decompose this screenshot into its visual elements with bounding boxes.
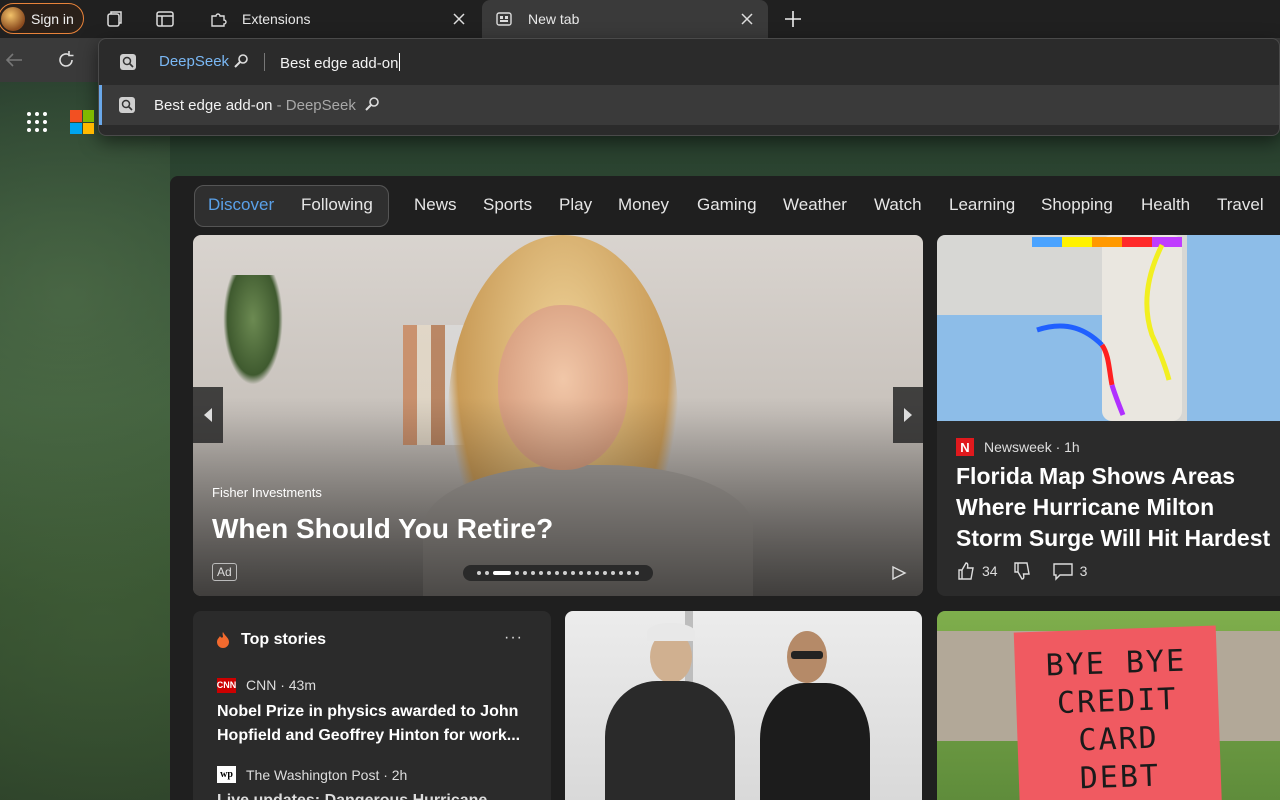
vertical-tabs-icon[interactable] [154, 8, 176, 30]
ad-badge: Ad [212, 563, 237, 581]
top-stories-header: Top stories [215, 631, 326, 649]
suggestion-item[interactable]: Best edge add-on - DeepSeek [99, 85, 1279, 125]
text-caret [399, 53, 401, 71]
top-stories-title: Top stories [241, 631, 327, 648]
sign-image: BYE BYE CREDIT CARD DEBT [1013, 625, 1223, 800]
query-text: Best edge add-on [280, 55, 399, 72]
more-options-button[interactable]: ··· [504, 629, 523, 647]
newtab-icon [494, 9, 514, 29]
news-feed: Discover Following News Sports Play Mone… [170, 176, 1280, 800]
tab-health[interactable]: Health [1141, 195, 1190, 215]
reactions-bar: 34 3 [956, 561, 1101, 581]
comment-icon [1052, 563, 1073, 581]
story-source-text: The Washington Post · 2h [246, 766, 408, 783]
story-headline[interactable]: Live updates: Dangerous Hurricane [217, 789, 537, 800]
suggestion-engine: DeepSeek [285, 97, 356, 114]
tab-weather[interactable]: Weather [783, 195, 847, 215]
tab-news[interactable]: News [414, 195, 457, 215]
cnn-logo-icon: CNN [217, 677, 236, 693]
sunglasses [791, 651, 823, 659]
tab-sports[interactable]: Sports [483, 195, 532, 215]
tab-shopping[interactable]: Shopping [1041, 195, 1113, 215]
sign-in-label: Sign in [31, 10, 74, 27]
tab-travel[interactable]: Travel [1217, 195, 1264, 215]
news-source: N Newsweek · 1h [956, 438, 1080, 456]
app-launcher-icon[interactable] [26, 111, 48, 133]
sign-text: BYE BYE [1045, 643, 1187, 684]
address-bar[interactable]: DeepSeek Best edge add-on [99, 39, 1279, 85]
dislike-button[interactable] [1012, 561, 1038, 581]
magnifier-icon [364, 96, 380, 116]
source-time: · 1h [1055, 439, 1080, 455]
top-stories-card: Top stories ··· CNN CNN · 43m Nobel Priz… [193, 611, 551, 800]
search-engine-icon [119, 53, 137, 71]
flame-icon [217, 632, 229, 648]
adchoices-icon[interactable] [891, 565, 907, 586]
source-name: Newsweek [984, 439, 1052, 455]
refresh-icon[interactable] [54, 48, 78, 72]
like-count: 34 [982, 563, 998, 579]
story-source: CNN CNN · 43m [217, 677, 316, 693]
washington-post-logo-icon: wp [217, 766, 236, 783]
newsweek-logo-icon: N [956, 438, 974, 456]
story-headline[interactable]: Nobel Prize in physics awarded to John H… [217, 700, 537, 748]
tab-label: Extensions [242, 11, 311, 27]
carousel-indicator[interactable] [463, 565, 653, 581]
person-hair [647, 623, 695, 641]
search-engine-icon [118, 96, 136, 114]
tab-learning[interactable]: Learning [949, 195, 1015, 215]
tab-play[interactable]: Play [559, 195, 592, 215]
news-card[interactable]: N Newsweek · 1h Florida Map Shows Areas … [937, 235, 1280, 596]
close-icon[interactable] [738, 10, 756, 28]
omnibox-dropdown: DeepSeek Best edge add-on Best edge add-… [98, 38, 1280, 136]
person-right [760, 683, 870, 800]
tab-gaming[interactable]: Gaming [697, 195, 757, 215]
photo-card[interactable] [565, 611, 922, 800]
sign-text: CREDIT [1056, 681, 1178, 722]
address-input[interactable]: Best edge add-on [280, 53, 401, 72]
news-headline[interactable]: Florida Map Shows Areas Where Hurricane … [956, 461, 1276, 554]
tab-strip: Sign in Extensions New tab [0, 0, 1280, 38]
workspaces-icon[interactable] [104, 8, 126, 30]
tab-watch[interactable]: Watch [874, 195, 922, 215]
tab-following[interactable]: Following [301, 195, 373, 215]
hero-title[interactable]: When Should You Retire? [212, 513, 553, 545]
story-source: wp The Washington Post · 2h [217, 766, 407, 783]
sign-text: DEBT [1079, 758, 1161, 797]
microsoft-logo[interactable] [70, 110, 94, 134]
debt-story-card[interactable]: BYE BYE CREDIT CARD DEBT [937, 611, 1280, 800]
carousel-next-button[interactable] [893, 387, 923, 443]
avatar [1, 6, 25, 31]
hurricane-map-image [937, 235, 1280, 421]
comment-button[interactable]: 3 [1052, 561, 1088, 581]
person-left [605, 681, 735, 800]
tab-discover[interactable]: Discover [208, 195, 274, 215]
back-arrow-icon[interactable] [2, 48, 26, 72]
suggestion-query: Best edge add-on [154, 97, 273, 114]
puzzle-icon [208, 9, 228, 29]
hero-carousel[interactable]: Fisher Investments When Should You Retir… [193, 235, 923, 596]
tab-extensions[interactable]: Extensions [196, 0, 480, 38]
comment-count: 3 [1079, 563, 1088, 579]
sign-text: CARD [1077, 720, 1160, 759]
new-tab-button[interactable] [780, 6, 806, 32]
carousel-prev-button[interactable] [193, 387, 223, 443]
search-engine-label[interactable]: DeepSeek [159, 53, 229, 70]
tab-money[interactable]: Money [618, 195, 669, 215]
like-button[interactable]: 34 [956, 561, 998, 581]
suggestion-text: Best edge add-on - DeepSeek [154, 96, 380, 116]
story-source-text: CNN · 43m [246, 677, 317, 693]
close-icon[interactable] [450, 10, 468, 28]
sign-in-button[interactable]: Sign in [0, 3, 84, 34]
divider [264, 53, 265, 71]
tab-new-tab[interactable]: New tab [482, 0, 768, 38]
suggestion-separator: - [276, 97, 282, 114]
thumbs-up-icon [958, 562, 974, 580]
hero-source: Fisher Investments [212, 485, 322, 500]
magnifier-icon [233, 53, 249, 74]
tab-label: New tab [528, 11, 580, 27]
thumbs-down-icon [1013, 562, 1030, 580]
